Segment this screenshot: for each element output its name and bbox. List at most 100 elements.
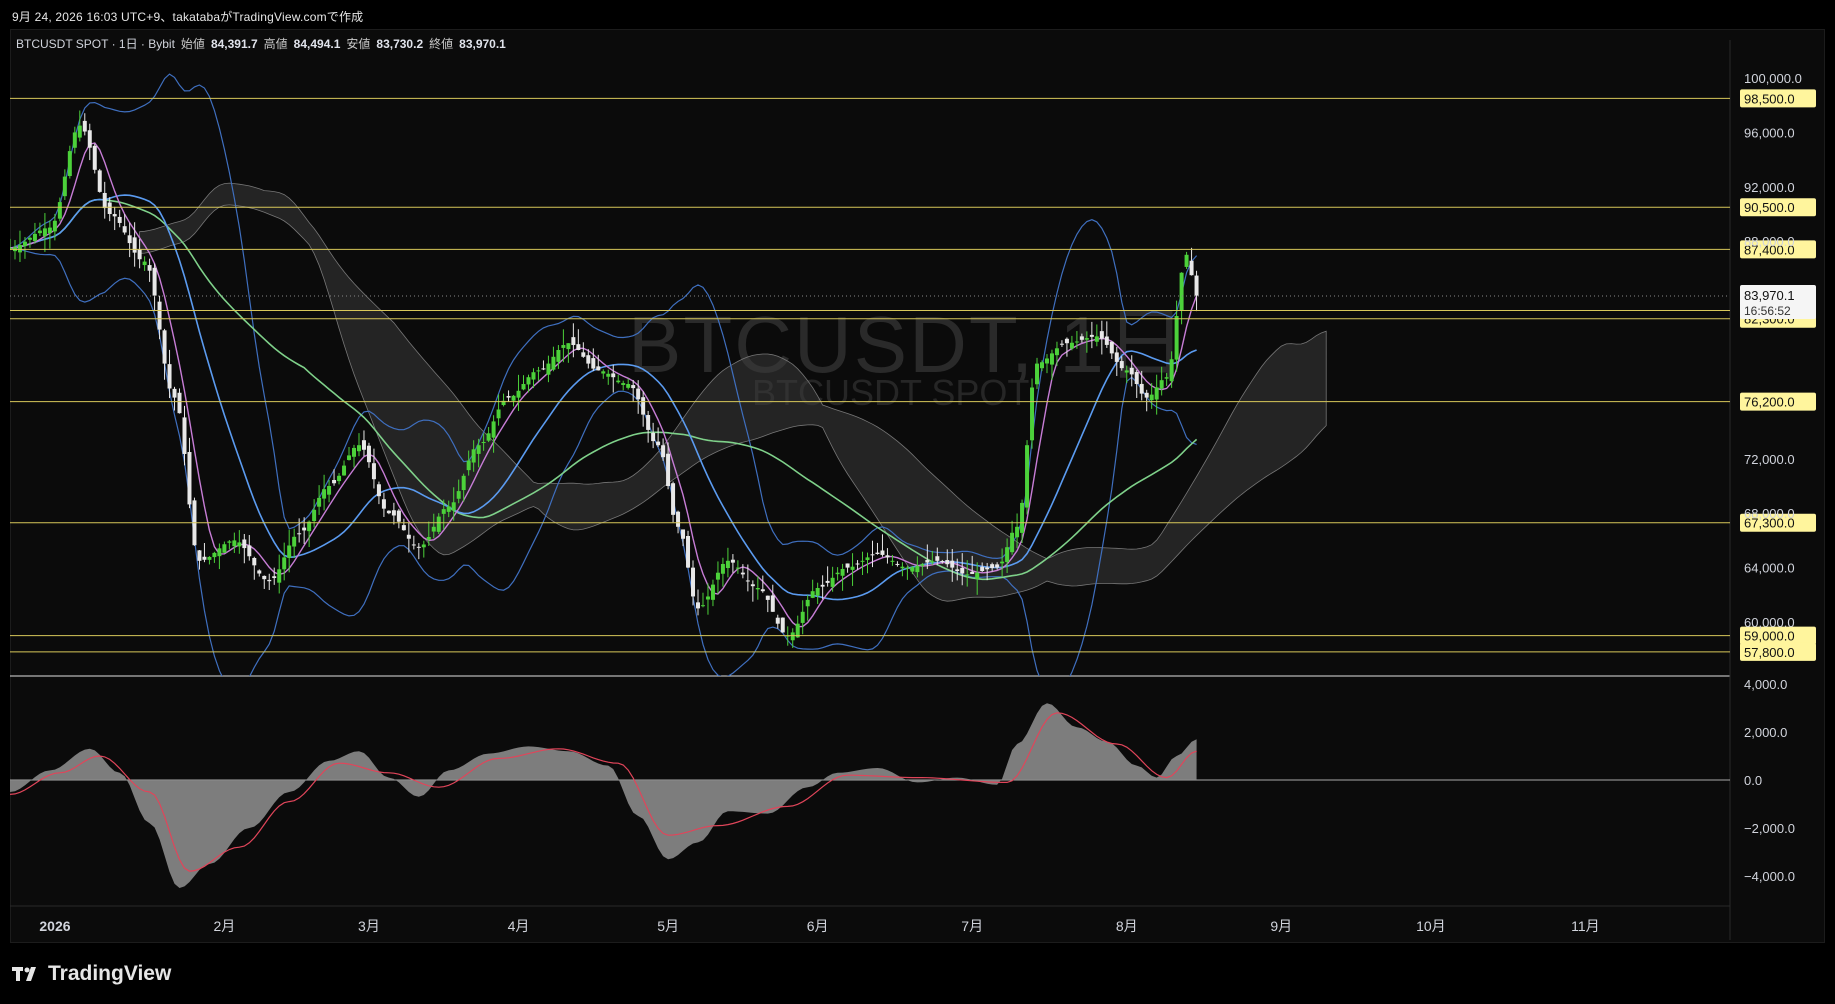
candle-body[interactable] bbox=[1030, 387, 1035, 441]
candle-body[interactable] bbox=[895, 563, 900, 565]
candle-body[interactable] bbox=[1174, 316, 1179, 360]
candle-body[interactable] bbox=[631, 385, 636, 389]
candle-body[interactable] bbox=[1040, 362, 1044, 369]
candle-body[interactable] bbox=[945, 560, 950, 565]
candle-body[interactable] bbox=[541, 368, 546, 370]
candle-body[interactable] bbox=[381, 499, 386, 509]
candle-body[interactable] bbox=[1099, 331, 1104, 339]
candle-body[interactable] bbox=[980, 566, 985, 571]
candle-body[interactable] bbox=[262, 575, 267, 580]
candle-body[interactable] bbox=[995, 564, 1000, 568]
candle-body[interactable] bbox=[551, 356, 556, 370]
candle-body[interactable] bbox=[332, 479, 337, 484]
candle-body[interactable] bbox=[1069, 342, 1074, 349]
candle-body[interactable] bbox=[825, 580, 830, 583]
candle-body[interactable] bbox=[790, 632, 795, 641]
candle-body[interactable] bbox=[950, 560, 955, 568]
candle-body[interactable] bbox=[715, 572, 720, 580]
candle-body[interactable] bbox=[247, 545, 252, 557]
candle-body[interactable] bbox=[985, 567, 990, 570]
candle-body[interactable] bbox=[840, 568, 845, 576]
candle-body[interactable] bbox=[177, 392, 182, 414]
candle-body[interactable] bbox=[27, 237, 32, 240]
candle-body[interactable] bbox=[1109, 341, 1114, 354]
candle-body[interactable] bbox=[1154, 387, 1159, 400]
candle-body[interactable] bbox=[327, 486, 332, 495]
candle-body[interactable] bbox=[42, 228, 47, 237]
candle-body[interactable] bbox=[561, 345, 566, 348]
candle-body[interactable] bbox=[441, 509, 446, 514]
candle-body[interactable] bbox=[686, 535, 691, 568]
candle-body[interactable] bbox=[67, 151, 72, 177]
candle-body[interactable] bbox=[1094, 336, 1099, 342]
candle-body[interactable] bbox=[691, 567, 696, 597]
candle-body[interactable] bbox=[222, 544, 227, 553]
candle-body[interactable] bbox=[905, 567, 910, 569]
candle-body[interactable] bbox=[705, 596, 710, 600]
candle-body[interactable] bbox=[765, 595, 770, 600]
candle-body[interactable] bbox=[77, 125, 82, 138]
candle-body[interactable] bbox=[466, 460, 471, 471]
candle-body[interactable] bbox=[1119, 361, 1124, 369]
candle-body[interactable] bbox=[322, 489, 327, 499]
candle-body[interactable] bbox=[352, 447, 356, 457]
candle-body[interactable] bbox=[1194, 275, 1199, 296]
candle-body[interactable] bbox=[1144, 392, 1149, 398]
candle-body[interactable] bbox=[446, 506, 451, 512]
candle-body[interactable] bbox=[371, 463, 376, 480]
candle-body[interactable] bbox=[720, 563, 725, 574]
candle-body[interactable] bbox=[676, 511, 681, 527]
candle-body[interactable] bbox=[481, 442, 486, 444]
candle-body[interactable] bbox=[57, 202, 62, 219]
candle-body[interactable] bbox=[347, 455, 352, 460]
candle-body[interactable] bbox=[915, 565, 920, 573]
candle-body[interactable] bbox=[406, 534, 411, 539]
candle-body[interactable] bbox=[82, 120, 87, 132]
candle-body[interactable] bbox=[506, 396, 511, 398]
candle-body[interactable] bbox=[641, 397, 646, 415]
candle-body[interactable] bbox=[212, 552, 217, 558]
candle-body[interactable] bbox=[1169, 359, 1174, 382]
candle-body[interactable] bbox=[117, 216, 122, 223]
candle-body[interactable] bbox=[431, 526, 436, 532]
candle-body[interactable] bbox=[810, 591, 815, 598]
candle-body[interactable] bbox=[72, 132, 77, 148]
candle-body[interactable] bbox=[696, 602, 700, 609]
candle-body[interactable] bbox=[37, 230, 42, 234]
candle-body[interactable] bbox=[1025, 445, 1030, 508]
candle-body[interactable] bbox=[242, 539, 247, 549]
candle-body[interactable] bbox=[586, 355, 591, 364]
candle-body[interactable] bbox=[17, 245, 22, 253]
candle-body[interactable] bbox=[361, 440, 366, 450]
candle-body[interactable] bbox=[556, 350, 561, 362]
candle-body[interactable] bbox=[237, 542, 242, 547]
candle-body[interactable] bbox=[850, 566, 855, 570]
tradingview-logo[interactable]: TradingView bbox=[12, 962, 171, 986]
candle-body[interactable] bbox=[292, 536, 297, 547]
candle-body[interactable] bbox=[531, 372, 536, 380]
candle-body[interactable] bbox=[700, 605, 705, 607]
candle-body[interactable] bbox=[8, 248, 12, 249]
candle-body[interactable] bbox=[626, 384, 631, 388]
candle-body[interactable] bbox=[835, 572, 840, 575]
candle-body[interactable] bbox=[1134, 372, 1139, 384]
candle-body[interactable] bbox=[416, 546, 421, 548]
candle-body[interactable] bbox=[391, 510, 396, 516]
candle-body[interactable] bbox=[955, 569, 960, 571]
candle-body[interactable] bbox=[202, 556, 207, 560]
candle-body[interactable] bbox=[815, 588, 820, 596]
candle-body[interactable] bbox=[975, 572, 980, 579]
candle-body[interactable] bbox=[1114, 352, 1119, 362]
candle-body[interactable] bbox=[646, 415, 651, 430]
candle-body[interactable] bbox=[1124, 370, 1129, 373]
candle-body[interactable] bbox=[651, 432, 656, 442]
candle-body[interactable] bbox=[591, 358, 596, 369]
candle-body[interactable] bbox=[1000, 561, 1005, 564]
candle-body[interactable] bbox=[960, 567, 965, 574]
candle-body[interactable] bbox=[486, 433, 491, 441]
candle-body[interactable] bbox=[1079, 336, 1084, 340]
price-chart[interactable]: 98,500.090,500.087,400.082,900.082,300.0… bbox=[0, 0, 1835, 1004]
candle-body[interactable] bbox=[32, 233, 37, 242]
candle-body[interactable] bbox=[830, 577, 835, 587]
candle-body[interactable] bbox=[735, 567, 740, 569]
